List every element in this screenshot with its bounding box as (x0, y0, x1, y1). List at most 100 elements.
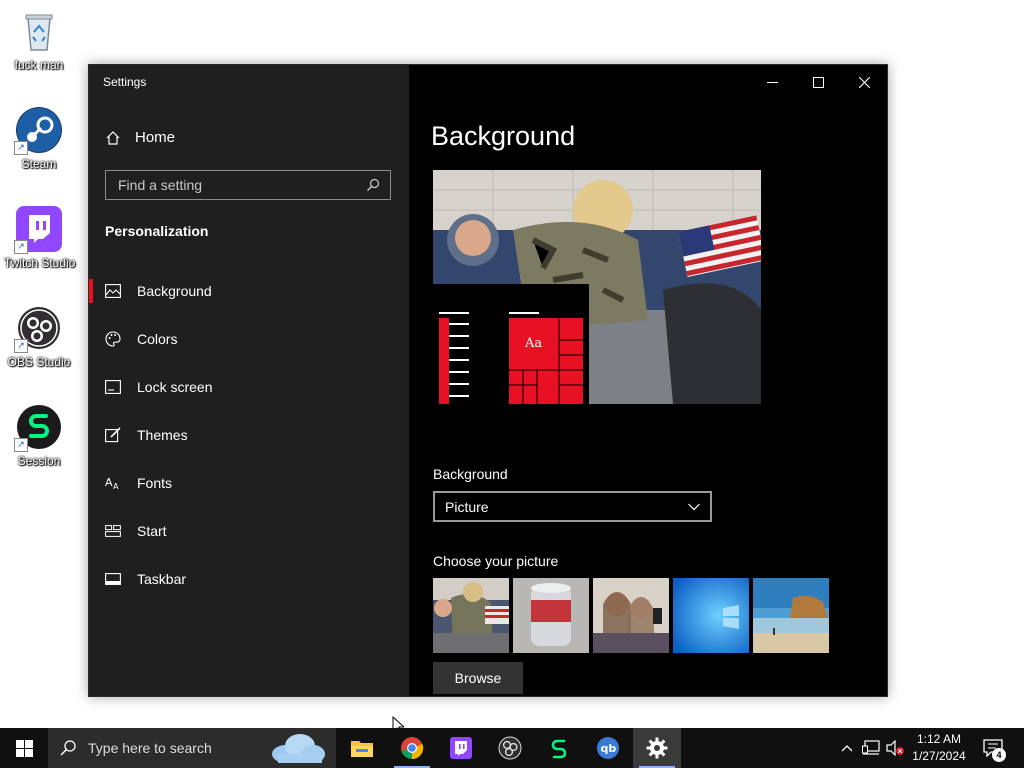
taskbar-settings[interactable] (633, 728, 681, 768)
picture-icon (105, 284, 121, 298)
chevron-down-icon (688, 503, 700, 510)
shortcut-arrow-icon: ↗ (14, 141, 28, 155)
sidebar-nav: Background Colors Lock screen Themes A A… (89, 267, 409, 603)
themes-icon (105, 427, 121, 443)
taskbar-file-explorer[interactable] (338, 728, 386, 768)
taskbar-search[interactable] (48, 728, 336, 768)
sidebar-item-colors[interactable]: Colors (89, 315, 409, 363)
sidebar-item-label: Fonts (137, 475, 173, 491)
dropdown-value: Picture (445, 498, 489, 515)
search-icon (60, 740, 76, 756)
preview-picture (433, 170, 761, 404)
maximize-button[interactable] (795, 65, 841, 99)
caption-buttons (749, 65, 887, 99)
settings-icon (646, 737, 668, 759)
desktop-icon-label: fuck man (14, 58, 64, 72)
picture-thumbnail-3[interactable] (593, 578, 669, 653)
obs-icon (498, 736, 522, 760)
taskbar-obs[interactable] (486, 728, 534, 768)
taskbar-qbittorrent[interactable]: qb (584, 728, 632, 768)
volume-muted-icon (886, 740, 904, 756)
sidebar-item-lock-screen[interactable]: Lock screen (89, 363, 409, 411)
svg-text:qb: qb (601, 742, 617, 755)
notification-count-badge: 4 (992, 748, 1006, 762)
picture-thumbnails (433, 578, 829, 653)
chevron-up-icon (841, 745, 853, 752)
desktop-icon-recycle-bin[interactable]: fuck man (4, 8, 74, 72)
svg-text:A: A (113, 482, 119, 490)
background-label: Background (433, 466, 508, 482)
taskbar-search-input[interactable] (86, 739, 260, 757)
shortcut-arrow-icon: ↗ (14, 240, 28, 254)
close-button[interactable] (841, 65, 887, 99)
search-icon[interactable] (366, 178, 380, 192)
desktop-icon-label: OBS Studio (7, 355, 71, 369)
svg-text:A: A (105, 476, 113, 489)
sidebar-item-start[interactable]: Start (89, 507, 409, 555)
recycle-bin-icon (16, 8, 62, 54)
minimize-button[interactable] (749, 65, 795, 99)
taskbar-clock[interactable]: 1:12 AM 1/27/2024 (904, 731, 974, 765)
twitch-studio-icon: ↗ (14, 206, 62, 254)
picture-thumbnail-2[interactable] (513, 578, 589, 653)
settings-sidebar: Settings Home Personalization Background (89, 65, 409, 696)
background-type-dropdown[interactable]: Picture (433, 491, 712, 522)
windows-logo-icon (15, 739, 33, 757)
picture-thumbnail-5[interactable] (753, 578, 829, 653)
twitch-icon (450, 737, 472, 759)
background-preview: Aa (433, 170, 761, 404)
desktop-icon-twitch-studio[interactable]: ↗ Twitch Studio (4, 206, 75, 270)
section-title: Personalization (105, 223, 209, 239)
taskbar-chrome[interactable] (388, 728, 436, 768)
action-center-button[interactable] (978, 728, 1008, 768)
picture-thumbnail-4[interactable] (673, 578, 749, 653)
home-icon (106, 130, 120, 145)
sidebar-item-label: Home (135, 129, 176, 146)
desktop-icon-label: Steam (21, 157, 57, 171)
sidebar-item-background[interactable]: Background (89, 267, 409, 315)
sidebar-item-home[interactable]: Home (105, 129, 175, 146)
sidebar-item-label: Taskbar (137, 571, 187, 587)
minimize-icon (766, 81, 778, 83)
taskbar-twitch[interactable] (437, 728, 485, 768)
window-title: Settings (103, 75, 147, 89)
browse-button[interactable]: Browse (433, 662, 523, 694)
sidebar-item-themes[interactable]: Themes (89, 411, 409, 459)
tray-volume-button[interactable] (884, 728, 906, 768)
session-icon: ↗ (14, 404, 62, 452)
sidebar-item-fonts[interactable]: A A Fonts (89, 459, 409, 507)
start-button[interactable] (0, 728, 48, 768)
chrome-icon (401, 737, 424, 760)
tray-chevron-button[interactable] (836, 728, 858, 768)
taskbar-icon (105, 573, 121, 585)
close-icon (858, 76, 870, 88)
maximize-icon (812, 76, 824, 88)
find-setting-input[interactable] (116, 176, 350, 194)
clock-time: 1:12 AM (916, 732, 962, 746)
page-title: Background (431, 121, 576, 151)
clock-date: 1/27/2024 (912, 749, 966, 763)
find-setting-search[interactable] (105, 170, 391, 200)
taskbar: qb 1:12 AM (0, 728, 1024, 768)
settings-window: Settings Home Personalization Background (88, 64, 888, 697)
file-explorer-icon (351, 741, 373, 757)
picture-thumbnail-1[interactable] (433, 578, 509, 653)
desktop-icon-steam[interactable]: ↗ Steam (4, 107, 74, 171)
sidebar-item-label: Lock screen (137, 379, 213, 395)
shortcut-arrow-icon: ↗ (14, 339, 28, 353)
taskbar-session[interactable] (535, 728, 583, 768)
sidebar-item-label: Background (137, 283, 212, 299)
obs-studio-icon: ↗ (14, 305, 62, 353)
settings-content: Background Aa Background Picture Choose … (409, 65, 887, 696)
tray-network-button[interactable] (860, 728, 882, 768)
desktop-icon-obs-studio[interactable]: ↗ OBS Studio (4, 305, 74, 369)
qbittorrent-icon: qb (597, 737, 619, 759)
sidebar-item-label: Colors (137, 331, 178, 347)
preview-tile-text: Aa (525, 336, 543, 351)
steam-icon: ↗ (14, 107, 62, 155)
lock-screen-icon (105, 380, 121, 394)
sidebar-item-taskbar[interactable]: Taskbar (89, 555, 409, 603)
sidebar-item-label: Start (137, 523, 167, 539)
desktop-icon-session[interactable]: ↗ Session (4, 404, 74, 468)
palette-icon (105, 331, 121, 347)
